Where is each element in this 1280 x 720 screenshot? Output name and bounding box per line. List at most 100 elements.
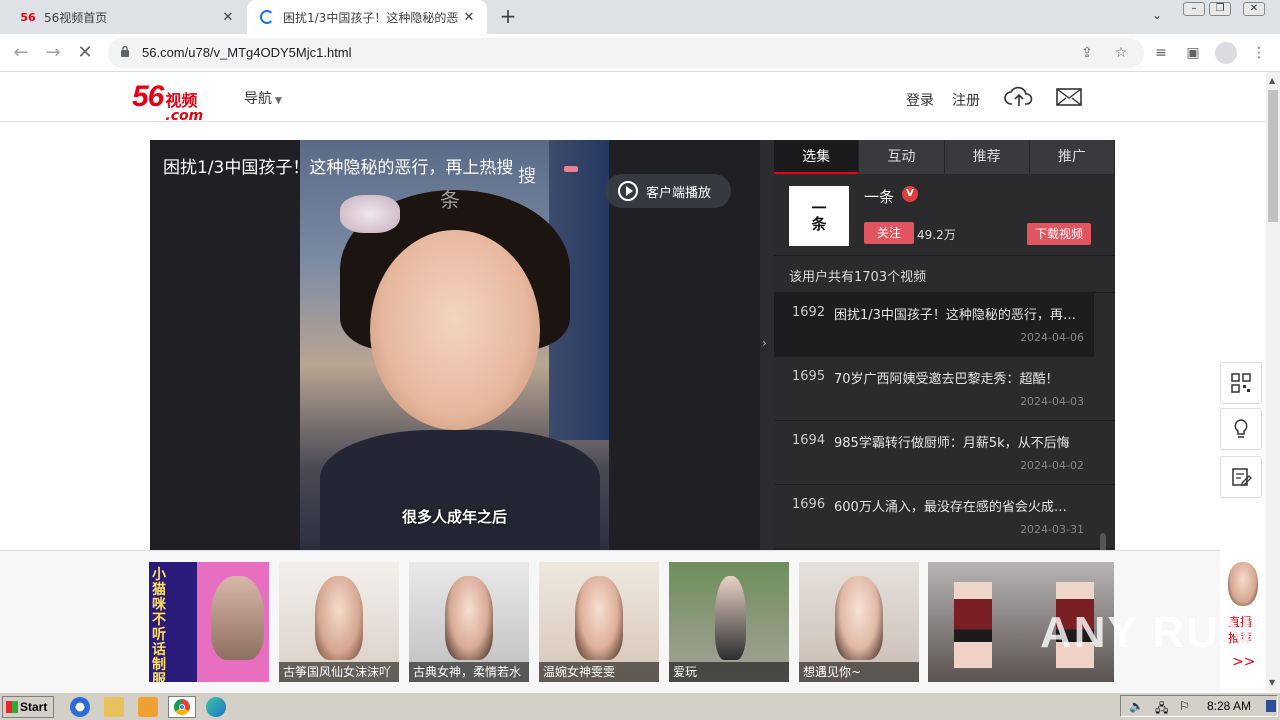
feedback-edit-icon[interactable] bbox=[1220, 456, 1262, 498]
tab-title: 56视频首页 bbox=[44, 10, 108, 25]
show-desktop-icon[interactable] bbox=[1266, 700, 1276, 712]
network-icon[interactable]: 🖧 bbox=[1155, 699, 1168, 720]
page-scrollbar[interactable]: ▲ ▼ bbox=[1266, 72, 1280, 692]
hair-bow bbox=[340, 195, 400, 233]
avatar-text: 条 bbox=[811, 215, 827, 233]
window-close-icon[interactable]: ✕ bbox=[1243, 2, 1265, 16]
sohu-watermark: 搜 bbox=[518, 166, 536, 187]
media-icon[interactable]: ≡ bbox=[1152, 44, 1170, 62]
restore-icon[interactable]: ❐ bbox=[1209, 2, 1231, 16]
tab-promotion[interactable]: 推广 bbox=[1030, 140, 1115, 174]
browser-toolbar: ← → ✕ 56.com/u78/v_MTg4ODY5Mjc1.html ⇪ ☆… bbox=[0, 34, 1280, 72]
login-link[interactable]: 登录 bbox=[906, 90, 934, 110]
folder-icon[interactable] bbox=[104, 697, 124, 717]
scroll-down-icon[interactable]: ▼ bbox=[1269, 678, 1275, 687]
video-item-title: 70岁广西阿姨受邀去巴黎走秀：超酷！ bbox=[834, 372, 1059, 387]
lock-icon bbox=[121, 45, 129, 57]
ad-card[interactable]: 温婉女神雯雯 bbox=[539, 562, 659, 682]
tab-interaction[interactable]: 互动 bbox=[859, 140, 945, 174]
yitiao-watermark: 条 bbox=[440, 188, 460, 212]
download-button[interactable]: 下载视频 bbox=[1027, 223, 1091, 245]
site-logo[interactable]: 56 视频 .com bbox=[132, 80, 203, 123]
bookmark-star-icon[interactable]: ☆ bbox=[1112, 44, 1130, 62]
uploader-name[interactable]: 一条 bbox=[864, 186, 894, 207]
caret-down-icon: ▼ bbox=[275, 96, 282, 106]
start-button[interactable]: Start bbox=[2, 696, 54, 718]
video-date: 2024-04-02 bbox=[1020, 459, 1084, 472]
volume-icon[interactable]: 🔈 bbox=[1129, 699, 1144, 713]
ad-vertical-text: 小猫咪不听话制服 bbox=[152, 567, 166, 683]
media-player-icon[interactable] bbox=[138, 697, 158, 717]
tab-episodes[interactable]: 选集 bbox=[774, 140, 860, 174]
uploader-card: 一 条 一条 V 关注 49.2万 下载视频 bbox=[774, 174, 1115, 256]
minimize-icon[interactable]: – bbox=[1183, 2, 1205, 16]
address-bar[interactable]: 56.com/u78/v_MTg4ODY5Mjc1.html ⇪ ☆ bbox=[108, 38, 1144, 68]
video-title: 困扰1/3中国孩子！这种隐秘的恶行，再上热搜 bbox=[163, 158, 514, 178]
lightbulb-icon[interactable] bbox=[1220, 408, 1262, 450]
stop-icon[interactable]: ✕ bbox=[74, 42, 96, 64]
nav-label: 导航 bbox=[244, 91, 272, 107]
video-list: 1692 困扰1/3中国孩子！这种隐秘的恶行，再上热搜 2024-04-06 1… bbox=[774, 292, 1115, 550]
avatar-text: 一 bbox=[811, 199, 827, 217]
close-icon[interactable]: ✕ bbox=[459, 7, 479, 27]
verified-badge-icon: V bbox=[902, 186, 918, 202]
ad-caption: 古典女神，柔情若水 bbox=[409, 662, 529, 682]
web-page: 56 视频 .com 导航 ▼ 登录 注册 搜 条 很多人成年之后 困扰1/3中国… bbox=[0, 72, 1266, 692]
ie-icon[interactable] bbox=[70, 697, 90, 717]
flag-icon[interactable]: ⚐ bbox=[1179, 699, 1190, 713]
side-panel-icon[interactable]: ▣ bbox=[1184, 44, 1202, 62]
list-item[interactable]: 1695 70岁广西阿姨受邀去巴黎走秀：超酷！ 2024-04-03 bbox=[774, 357, 1115, 421]
video-count: 该用户共有1703个视频 bbox=[789, 270, 927, 285]
live-avatar bbox=[1228, 562, 1258, 606]
chevron-right-icon: › bbox=[762, 336, 767, 350]
client-play-label: 客户端播放 bbox=[646, 185, 712, 201]
close-icon[interactable]: ✕ bbox=[218, 7, 238, 27]
clock: 8:28 AM bbox=[1207, 699, 1252, 713]
list-item[interactable]: 1696 600万人涌入，最没存在感的省会火成… 2024-03-31 bbox=[774, 485, 1115, 549]
window-controls: – ❐ ✕ bbox=[1183, 2, 1265, 16]
video-frame[interactable]: 搜 条 bbox=[300, 140, 609, 550]
profile-avatar-icon[interactable] bbox=[1215, 42, 1237, 64]
new-tab-icon[interactable]: + bbox=[498, 6, 518, 27]
video-date: 2024-04-06 bbox=[1020, 331, 1084, 344]
chevron-down-icon[interactable]: ⌄ bbox=[1152, 8, 1162, 22]
video-item-title: 600万人涌入，最没存在感的省会火成… bbox=[834, 500, 1067, 515]
tab-title: 困扰1/3中国孩子！这种隐秘的恶行，再上热搜 bbox=[283, 10, 459, 25]
chrome-taskbar-button[interactable] bbox=[168, 696, 196, 718]
play-icon bbox=[618, 181, 638, 201]
edge-icon[interactable] bbox=[206, 697, 226, 717]
follow-button[interactable]: 关注 bbox=[864, 222, 914, 244]
start-label: Start bbox=[20, 700, 48, 714]
browser-tab-active[interactable]: 困扰1/3中国孩子！这种隐秘的恶行，再上热搜 ✕ bbox=[247, 0, 487, 34]
tab-recommend[interactable]: 推荐 bbox=[945, 140, 1030, 174]
ad-card[interactable]: 爱玩 bbox=[669, 562, 789, 682]
ad-card[interactable]: 古典女神，柔情若水 bbox=[409, 562, 529, 682]
sidebar-toggle[interactable]: › bbox=[760, 140, 774, 550]
scroll-thumb[interactable] bbox=[1268, 90, 1278, 222]
list-scrollbar[interactable] bbox=[1100, 533, 1106, 550]
avatar[interactable]: 一 条 bbox=[789, 186, 849, 246]
ad-card[interactable]: 古筝国风仙女沫沫吖 bbox=[279, 562, 399, 682]
video-item-title: 困扰1/3中国孩子！这种隐秘的恶行，再上热搜 bbox=[834, 308, 1084, 323]
browser-tab-home[interactable]: 56 56视频首页 ✕ bbox=[8, 0, 246, 34]
register-link[interactable]: 注册 bbox=[952, 90, 980, 110]
logo-number: 56 bbox=[132, 80, 164, 113]
list-item[interactable]: 1692 困扰1/3中国孩子！这种隐秘的恶行，再上热搜 2024-04-06 bbox=[774, 293, 1094, 357]
qr-code-icon[interactable] bbox=[1220, 362, 1262, 404]
ad-caption: 古筝国风仙女沫沫吖 bbox=[279, 662, 399, 682]
share-icon[interactable]: ⇪ bbox=[1078, 44, 1096, 62]
video-player[interactable]: 搜 条 很多人成年之后 困扰1/3中国孩子！这种隐秘的恶行，再上热搜 客户端播放 bbox=[150, 140, 760, 550]
menu-kebab-icon[interactable]: ⋮ bbox=[1250, 44, 1268, 62]
ad-card[interactable]: 小猫咪不听话制服 bbox=[149, 562, 269, 682]
list-item[interactable]: 1694 985学霸转行做厨师：月薪5k，从不后悔 2024-04-02 bbox=[774, 421, 1115, 485]
back-icon[interactable]: ← bbox=[10, 42, 32, 64]
client-play-button[interactable]: 客户端播放 bbox=[605, 174, 731, 208]
url-text: 56.com/u78/v_MTg4ODY5Mjc1.html bbox=[142, 45, 352, 60]
mail-icon[interactable] bbox=[1054, 84, 1084, 110]
site-header: 56 视频 .com 导航 ▼ 登录 注册 bbox=[0, 72, 1266, 123]
upload-cloud-icon[interactable] bbox=[1004, 84, 1034, 110]
forward-icon[interactable]: → bbox=[42, 42, 64, 64]
nav-dropdown[interactable]: 导航 ▼ bbox=[244, 88, 282, 108]
ad-card[interactable]: 想遇见你~ bbox=[799, 562, 919, 682]
scroll-up-icon[interactable]: ▲ bbox=[1269, 76, 1275, 85]
